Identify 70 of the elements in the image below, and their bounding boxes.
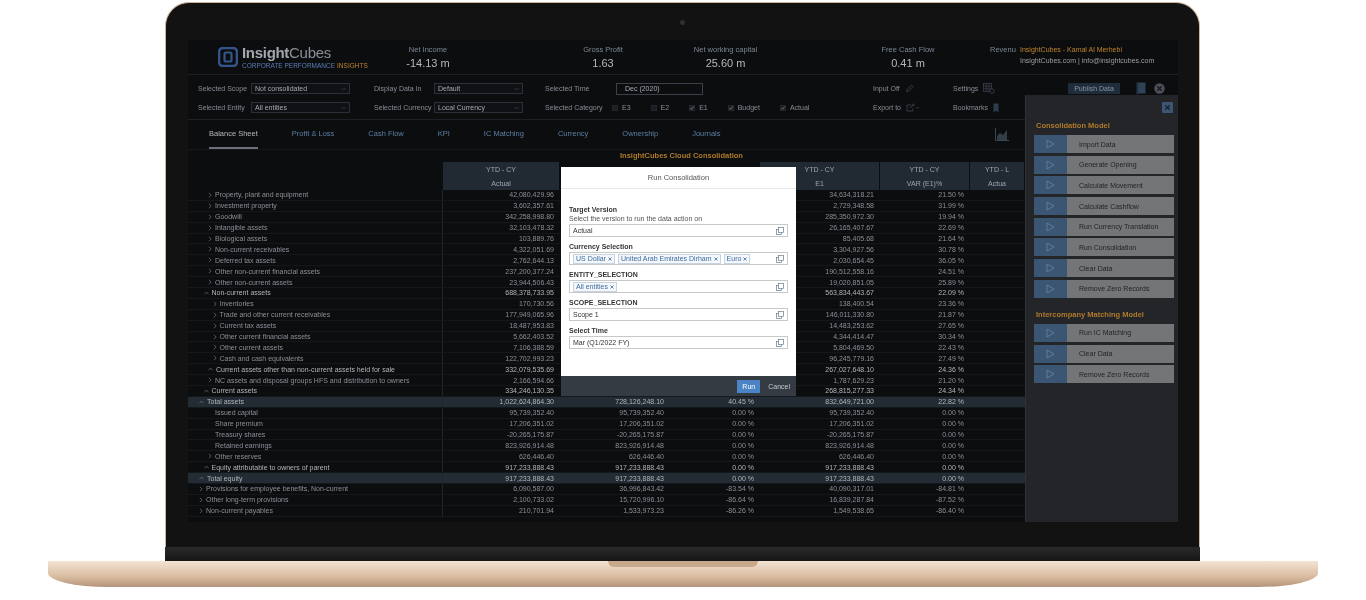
chevron-right-icon[interactable] bbox=[212, 311, 217, 318]
play-icon bbox=[1034, 279, 1067, 298]
kpi-value: 0.41 m bbox=[891, 57, 925, 69]
checkbox[interactable] bbox=[727, 104, 734, 111]
play-icon bbox=[1034, 176, 1067, 195]
chevron-up-icon[interactable] bbox=[208, 367, 213, 372]
play-icon bbox=[1034, 238, 1067, 257]
play-icon bbox=[1034, 323, 1067, 342]
chevron-right-icon[interactable] bbox=[208, 202, 212, 209]
play-icon bbox=[1034, 217, 1067, 236]
camera-lens bbox=[680, 20, 685, 25]
close-icon[interactable] bbox=[1154, 83, 1165, 94]
copy-icon[interactable] bbox=[776, 310, 784, 319]
bookmark-icon[interactable] bbox=[993, 102, 999, 113]
chevron-right-icon[interactable] bbox=[208, 191, 212, 198]
chevron-up-icon[interactable] bbox=[203, 388, 209, 393]
chevron-right-icon[interactable] bbox=[208, 268, 212, 275]
chevron-right-icon[interactable] bbox=[212, 344, 217, 351]
chevron-right-icon[interactable] bbox=[208, 246, 212, 253]
remove-icon[interactable] bbox=[609, 284, 614, 289]
chevron-right-icon[interactable] bbox=[199, 507, 203, 514]
copy-icon[interactable] bbox=[776, 226, 784, 235]
checkbox[interactable] bbox=[612, 104, 618, 111]
play-icon bbox=[1034, 344, 1067, 363]
chevron-up-icon[interactable] bbox=[199, 399, 204, 404]
chevron-right-icon[interactable] bbox=[208, 235, 212, 242]
kpi-value: 1.63 bbox=[592, 57, 614, 69]
close-icon[interactable] bbox=[1162, 102, 1173, 113]
checkbox[interactable] bbox=[650, 104, 657, 111]
area-chart-icon[interactable] bbox=[995, 128, 1009, 141]
caret-down-icon[interactable] bbox=[514, 105, 519, 110]
chevron-right-icon[interactable] bbox=[208, 257, 212, 264]
play-icon bbox=[1034, 365, 1067, 384]
remove-icon[interactable] bbox=[743, 256, 748, 261]
chevron-up-icon[interactable] bbox=[203, 465, 209, 470]
chevron-right-icon[interactable] bbox=[208, 279, 212, 286]
logo-icon bbox=[218, 47, 238, 67]
chevron-up-icon[interactable] bbox=[199, 476, 204, 481]
copy-icon[interactable] bbox=[776, 254, 784, 263]
chevron-right-icon[interactable] bbox=[212, 333, 217, 340]
chevron-right-icon[interactable] bbox=[208, 453, 212, 460]
chevron-right-icon[interactable] bbox=[208, 377, 212, 384]
play-icon bbox=[1034, 197, 1067, 216]
chevron-right-icon[interactable] bbox=[212, 300, 217, 307]
chevron-right-icon[interactable] bbox=[199, 486, 203, 492]
chevron-right-icon[interactable] bbox=[212, 322, 217, 329]
caret-down-icon[interactable] bbox=[341, 86, 346, 91]
book-icon[interactable] bbox=[1136, 82, 1146, 95]
pencil-icon[interactable] bbox=[904, 84, 914, 93]
play-icon bbox=[1034, 135, 1067, 153]
play-icon bbox=[1034, 155, 1067, 174]
copy-icon[interactable] bbox=[776, 282, 784, 291]
settings-icon[interactable] bbox=[983, 83, 996, 94]
copy-icon[interactable] bbox=[776, 338, 784, 347]
kpi-value: -14.13 m bbox=[406, 57, 450, 69]
checkbox[interactable] bbox=[689, 104, 696, 111]
chevron-right-icon[interactable] bbox=[199, 496, 203, 503]
brand-wordmark: InsightCubes bbox=[242, 45, 332, 61]
caret-down-icon[interactable] bbox=[514, 86, 519, 91]
chevron-right-icon[interactable] bbox=[208, 213, 212, 220]
remove-icon[interactable] bbox=[607, 256, 612, 261]
remove-icon[interactable] bbox=[713, 256, 718, 261]
kpi-value: 25.60 m bbox=[705, 57, 746, 69]
checkbox[interactable] bbox=[779, 104, 786, 111]
play-icon bbox=[1034, 259, 1067, 278]
chevron-up-icon[interactable] bbox=[203, 290, 209, 295]
share-icon[interactable] bbox=[906, 103, 920, 112]
chevron-right-icon[interactable] bbox=[208, 224, 212, 231]
chevron-right-icon[interactable] bbox=[212, 355, 217, 362]
caret-down-icon[interactable] bbox=[341, 105, 346, 110]
